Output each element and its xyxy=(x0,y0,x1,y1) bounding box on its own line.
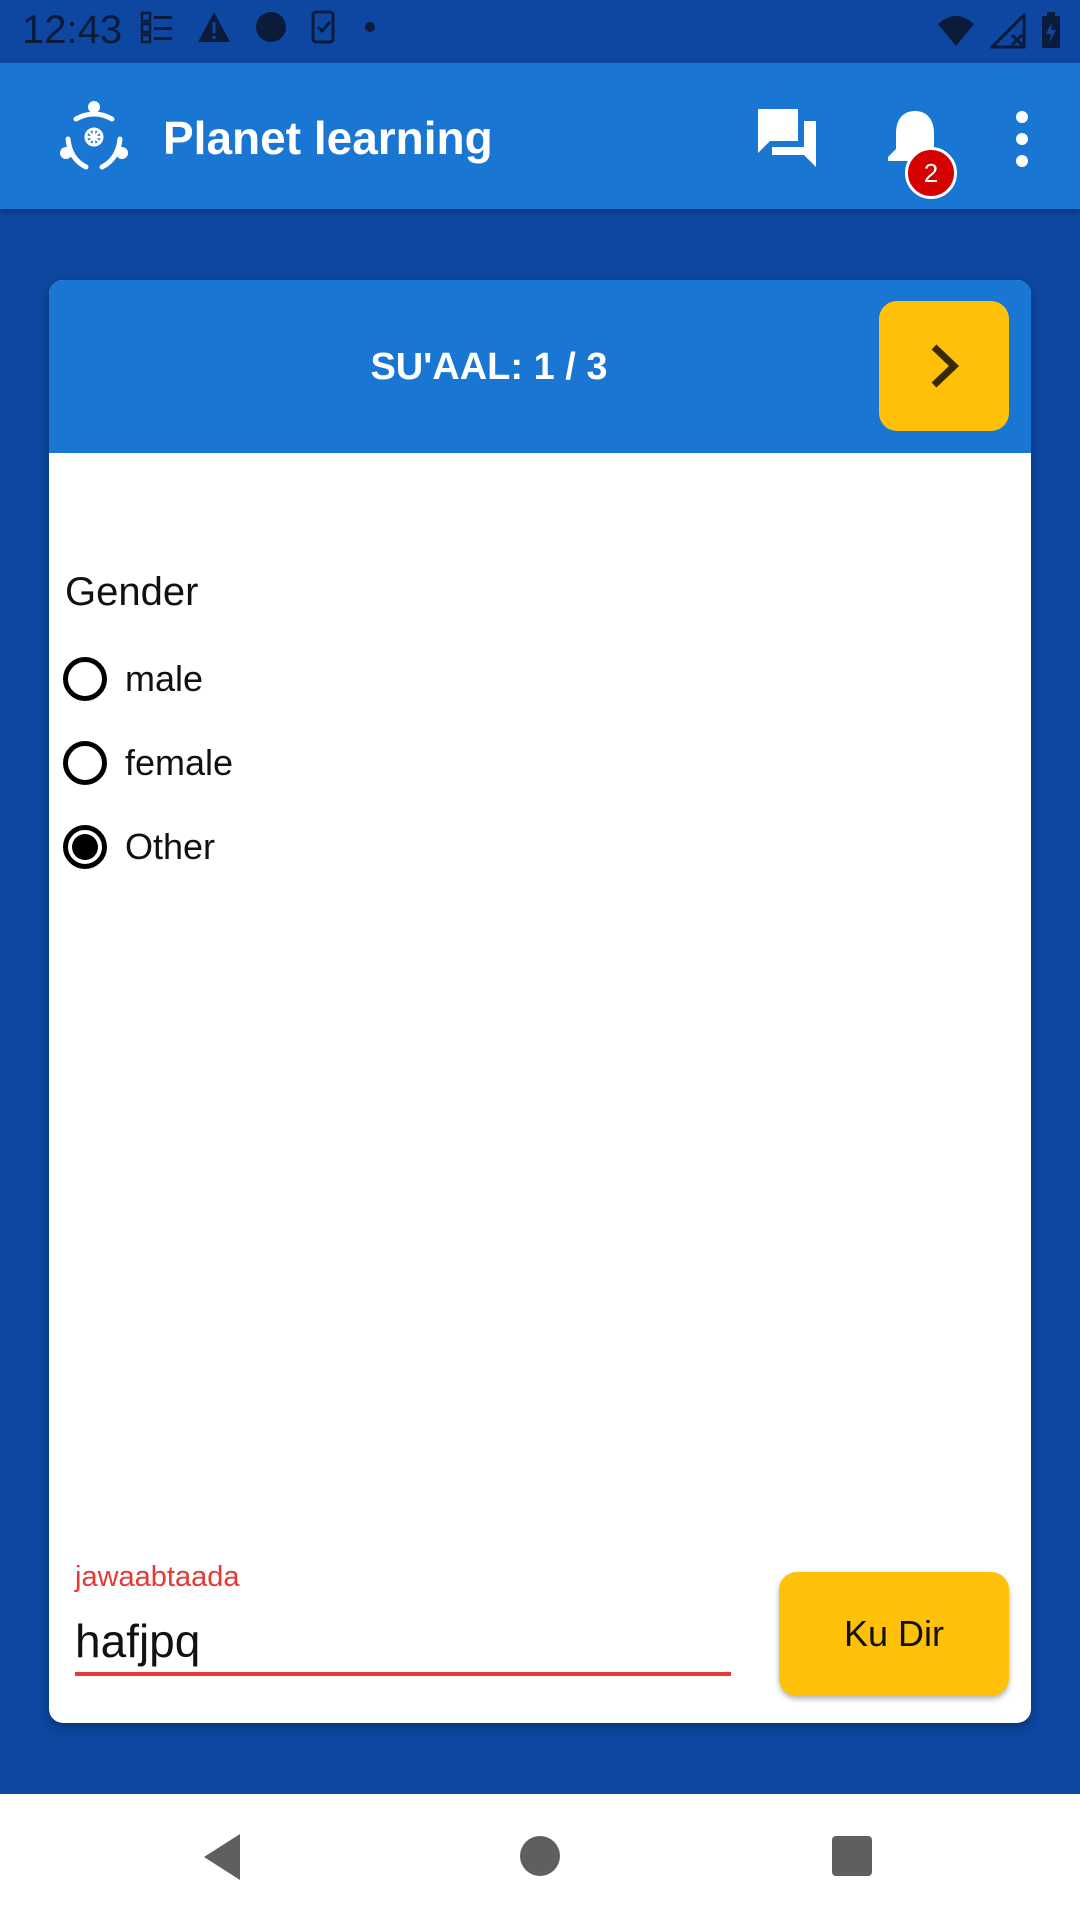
question-counter: SU'AAL: 1 / 3 xyxy=(370,346,608,388)
app-bar: Planet learning 2 xyxy=(0,63,1080,209)
recents-icon[interactable] xyxy=(832,1836,872,1876)
task-icon xyxy=(311,10,335,44)
question-card: SU'AAL: 1 / 3 Gender male female Other j… xyxy=(49,280,1031,1723)
status-icons-left xyxy=(140,10,380,44)
answer-label: jawaabtaada xyxy=(75,1561,240,1593)
notification-badge: 2 xyxy=(905,147,957,199)
circle-icon xyxy=(256,12,286,42)
question-label: Gender xyxy=(65,570,199,614)
status-icons-right xyxy=(936,12,1062,50)
radio-other[interactable] xyxy=(63,825,107,869)
battery-icon xyxy=(1042,12,1060,48)
radio-male[interactable] xyxy=(63,657,107,701)
next-question-button[interactable] xyxy=(879,301,1009,431)
option-other[interactable]: Other xyxy=(63,817,215,877)
dot-icon xyxy=(365,22,375,32)
status-bar: 12:43 xyxy=(0,0,1080,63)
option-label: female xyxy=(125,742,234,783)
app-title: Planet learning xyxy=(163,112,493,164)
nav-bar xyxy=(0,1794,1080,1920)
checklist-icon xyxy=(140,11,172,44)
status-time: 12:43 xyxy=(22,8,123,52)
submit-button[interactable]: Ku Dir xyxy=(779,1572,1009,1696)
wifi-icon xyxy=(938,16,974,46)
option-label: Other xyxy=(125,826,216,867)
answer-input[interactable] xyxy=(75,1610,731,1676)
more-vert-icon[interactable] xyxy=(1004,109,1040,169)
chevron-right-icon xyxy=(931,344,960,388)
home-icon[interactable] xyxy=(520,1836,560,1876)
back-icon[interactable] xyxy=(200,1832,244,1882)
card-header: SU'AAL: 1 / 3 xyxy=(49,280,1031,453)
option-female[interactable]: female xyxy=(63,733,233,793)
option-male[interactable]: male xyxy=(63,649,203,709)
chat-icon[interactable] xyxy=(752,103,822,173)
signal-icon xyxy=(990,13,1026,49)
logo-icon xyxy=(60,101,128,170)
radio-female[interactable] xyxy=(63,741,107,785)
warning-icon xyxy=(198,12,230,42)
option-label: male xyxy=(125,658,204,699)
